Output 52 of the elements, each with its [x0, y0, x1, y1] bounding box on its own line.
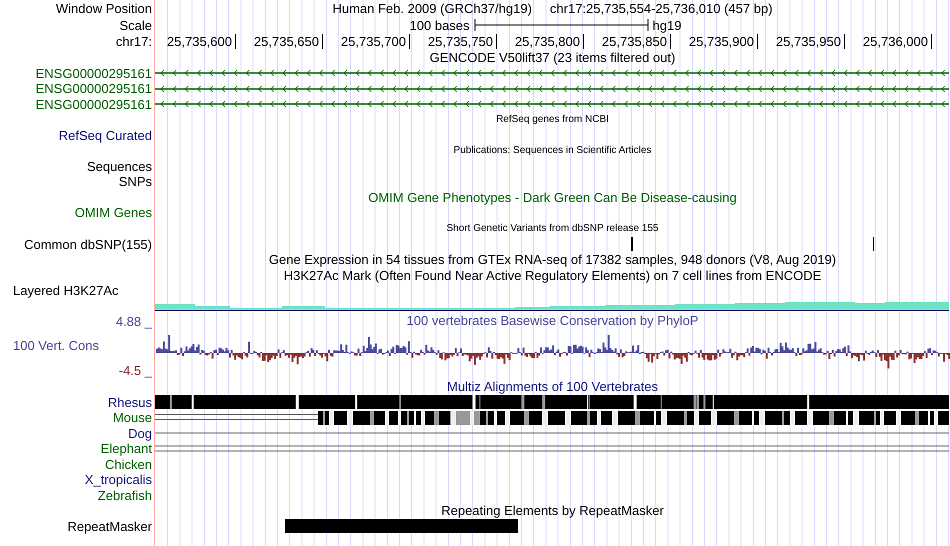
track-title: OMIM Gene Phenotypes - Dark Green Can Be Disease-causing: [368, 190, 737, 205]
track-label[interactable]: X_tropicalis: [84, 472, 152, 488]
track-label: Window Position: [56, 0, 152, 16]
track-label[interactable]: RefSeq Curated: [58, 128, 152, 143]
track-title: Multiz Alignments of 100 Vertebrates: [446, 379, 658, 394]
ruler-tick-label: 25,735,950: [758, 34, 845, 50]
track-title: GENCODE V50lift37 (23 items filtered out): [430, 50, 676, 66]
gene-label[interactable]: ENSG00000295161: [36, 81, 152, 96]
track-title: Gene Expression in 54 tissues from GTEx RNA-seq of 17382 samples, 948 donors (V8, Aug 2019): [268, 252, 836, 268]
position-text: chr17:25,735,554-25,736,010 (457 bp): [550, 0, 773, 16]
ruler-tick-label: 25,735,650: [236, 34, 323, 50]
track-label[interactable]: Mouse: [112, 410, 152, 426]
track-title: H3K27Ac Mark (Often Found Near Active Regulatory Elements) on 7 cell lines from ENCODE: [284, 268, 822, 283]
track-label: Scale: [119, 18, 152, 33]
gene-strand-drawing[interactable]: [155, 68, 949, 78]
track-label: chr17:: [116, 34, 152, 50]
track-label[interactable]: Elephant: [100, 441, 152, 456]
gene-label[interactable]: ENSG00000295161: [36, 96, 152, 112]
ruler-tick-label: 25,736,000: [845, 34, 932, 50]
track-label[interactable]: SNPs: [118, 174, 152, 190]
scale-text: 100 bases: [410, 18, 470, 33]
ruler-tick-label: 25,735,800: [497, 34, 584, 50]
track-label[interactable]: RepeatMasker: [67, 518, 152, 534]
ruler-tick-label: 25,735,850: [584, 34, 671, 50]
track-title: Publications: Sequences in Scientific Articles: [454, 144, 652, 158]
track-title: RefSeq genes from NCBI: [496, 113, 609, 128]
snp-mark: [873, 237, 874, 252]
ruler-tick-label: 25,735,600: [149, 34, 236, 50]
track-label[interactable]: Sequences: [86, 158, 152, 174]
track-title: 100 vertebrates Basewise Conservation by PhyloP: [406, 313, 698, 330]
track-label[interactable]: Dog: [128, 426, 152, 441]
track-label[interactable]: OMIM Genes: [74, 205, 152, 220]
gene-label[interactable]: ENSG00000295161: [36, 66, 152, 81]
repeat-element-bar[interactable]: [285, 519, 518, 534]
track-title: Short Genetic Variants from dbSNP release 155: [446, 222, 658, 236]
axis-min-label: -4.5 _: [118, 363, 154, 378]
snp-mark: [631, 237, 633, 252]
track-label[interactable]: Layered H3K27Ac: [13, 283, 119, 298]
gene-strand-drawing[interactable]: [155, 84, 949, 94]
ruler-tick-label: 25,735,750: [410, 34, 497, 50]
assembly-title: Human Feb. 2009 (GRCh37/hg19): [332, 0, 532, 16]
track-label[interactable]: Chicken: [105, 456, 152, 472]
axis-max-label: 4.88 _: [114, 314, 154, 330]
scale-assembly: hg19: [652, 18, 682, 33]
track-label[interactable]: 100 Vert. Cons: [0, 338, 154, 354]
track-label[interactable]: Zebrafish: [98, 488, 152, 503]
track-title: Repeating Elements by RepeatMasker: [441, 503, 664, 518]
gene-strand-drawing[interactable]: [155, 99, 949, 110]
track-label[interactable]: Common dbSNP(155): [24, 236, 152, 252]
ruler-tick-label: 25,735,700: [323, 34, 410, 50]
track-label[interactable]: Rhesus: [108, 394, 152, 410]
ruler-tick-label: 25,735,900: [671, 34, 758, 50]
